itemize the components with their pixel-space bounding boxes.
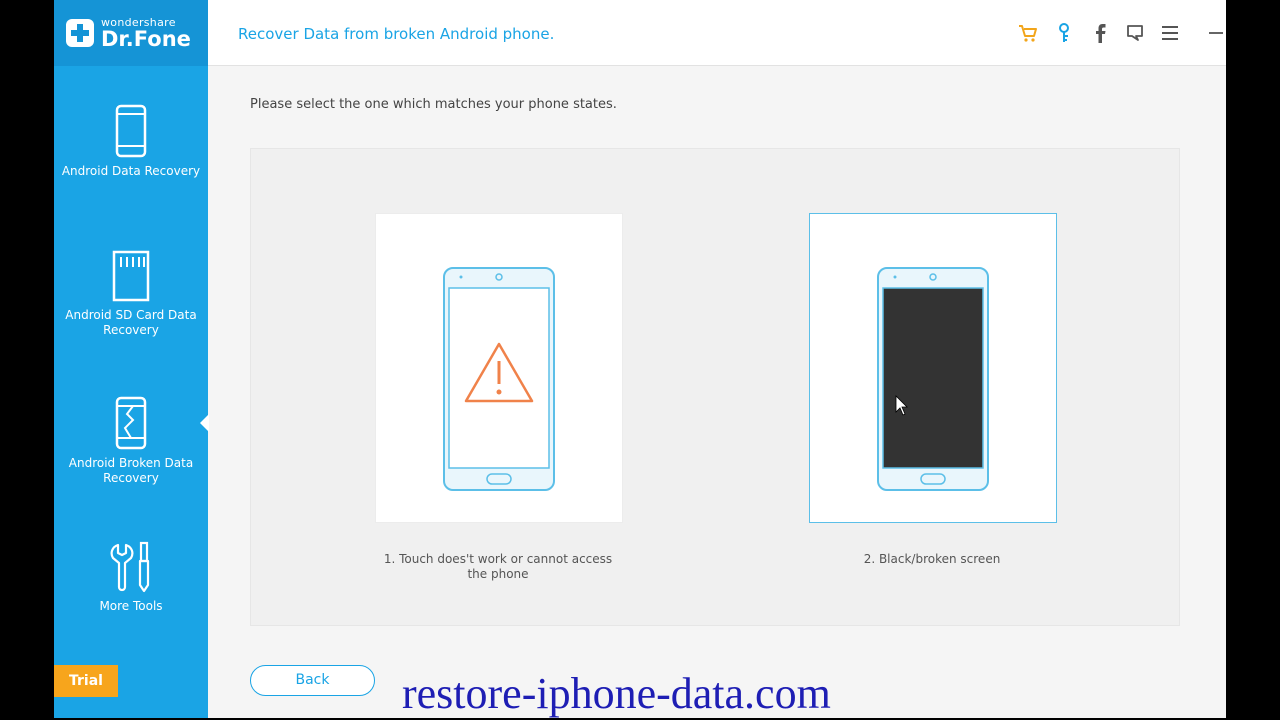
page-title: Recover Data from broken Android phone.: [238, 25, 555, 43]
instruction-text: Please select the one which matches your…: [250, 97, 617, 112]
cart-icon[interactable]: [1018, 23, 1038, 43]
header-bar: Recover Data from broken Android phone.: [208, 0, 1226, 66]
black-screen-phone-icon: [877, 267, 989, 491]
sd-card-icon: [112, 250, 150, 302]
sidebar-item-sd-card-recovery[interactable]: Android SD Card Data Recovery: [54, 250, 208, 338]
sidebar-item-label: Android Broken Data Recovery: [68, 456, 194, 485]
key-icon[interactable]: [1054, 23, 1074, 43]
sidebar-item-label: Android Data Recovery: [61, 164, 201, 178]
app-window: wondershare Dr.Fone Android Data Recover…: [54, 0, 1226, 718]
facebook-icon[interactable]: [1090, 23, 1110, 43]
sidebar: wondershare Dr.Fone Android Data Recover…: [54, 0, 209, 718]
minimize-icon[interactable]: [1206, 23, 1226, 43]
watermark-text: restore-iphone-data.com: [402, 669, 831, 718]
sidebar-item-more-tools[interactable]: More Tools: [54, 541, 208, 614]
phone-icon: [115, 104, 147, 158]
broken-phone-icon: [115, 396, 147, 450]
feedback-icon[interactable]: [1125, 23, 1145, 43]
sidebar-item-label: More Tools: [99, 599, 163, 613]
logo: wondershare Dr.Fone: [54, 0, 208, 66]
option-card-black-screen[interactable]: [809, 213, 1057, 523]
trial-badge[interactable]: Trial: [54, 665, 118, 697]
drfone-logo-icon: [66, 19, 94, 47]
warning-phone-icon: [443, 267, 555, 491]
option-caption: 1. Touch does't work or cannot access th…: [383, 552, 613, 581]
option-caption: 2. Black/broken screen: [863, 552, 1001, 566]
active-item-pointer: [200, 414, 209, 432]
menu-icon[interactable]: [1160, 23, 1180, 43]
brand-name: Dr.Fone: [101, 27, 191, 51]
tools-icon: [110, 541, 150, 593]
back-button[interactable]: Back: [250, 665, 375, 696]
option-card-touch-not-working[interactable]: [375, 213, 623, 523]
sidebar-item-broken-data-recovery[interactable]: Android Broken Data Recovery: [54, 396, 208, 486]
sidebar-item-label: Android SD Card Data Recovery: [65, 308, 197, 337]
sidebar-item-android-data-recovery[interactable]: Android Data Recovery: [54, 104, 208, 179]
options-panel: 1. Touch does't work or cannot access th…: [250, 148, 1180, 626]
